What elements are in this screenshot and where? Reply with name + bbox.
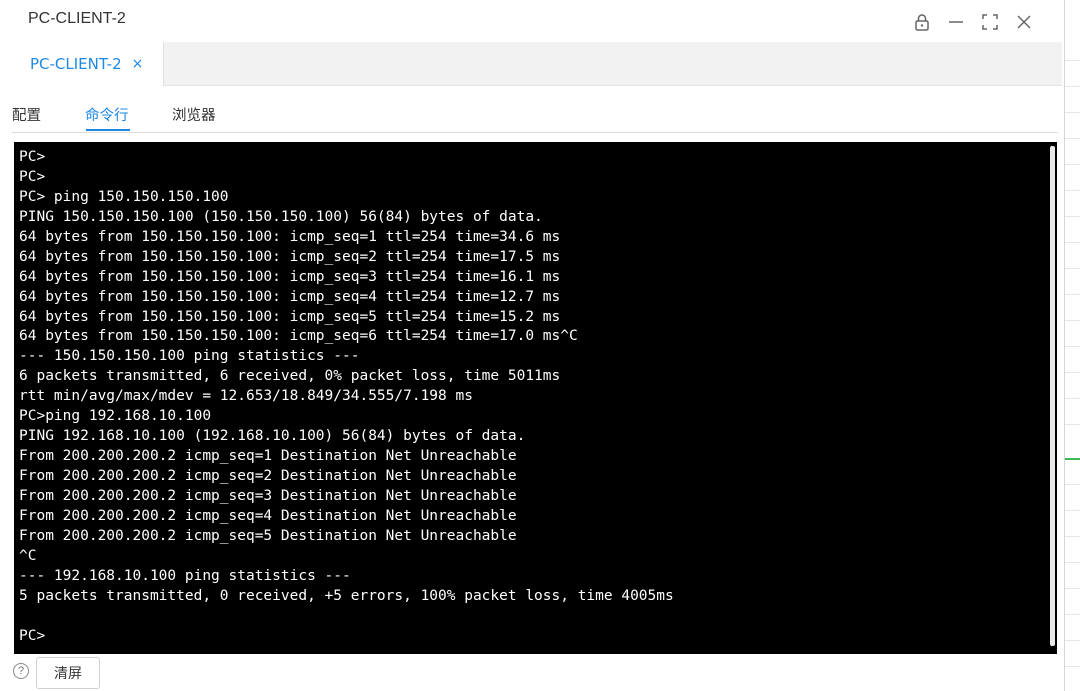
background-gridline (1065, 216, 1080, 217)
help-icon[interactable]: ? (13, 663, 29, 679)
title-bar: PC-CLIENT-2 (0, 0, 1064, 42)
background-gridline (1065, 320, 1080, 321)
background-gridline (1065, 562, 1080, 563)
terminal-scrollbar[interactable] (1050, 146, 1055, 646)
terminal-line: From 200.200.200.2 icmp_seq=5 Destinatio… (19, 527, 517, 544)
terminal-line: 5 packets transmitted, 0 received, +5 er… (19, 587, 674, 604)
background-gridline (1065, 138, 1080, 139)
background-gridline (1065, 666, 1080, 667)
background-gridline (1065, 424, 1080, 425)
lock-icon[interactable] (912, 12, 932, 32)
terminal-line: PC> (19, 627, 46, 644)
app-window: PC-CLIENT-2 PC-CLIENT-2 × 配置 命令行 浏览器 PC>… (0, 0, 1065, 691)
sub-tab-bar: 配置 命令行 浏览器 (12, 100, 1058, 133)
minimize-icon[interactable] (946, 12, 966, 32)
bottom-toolbar: ? 清屏 (0, 656, 1064, 691)
terminal-line: From 200.200.200.2 icmp_seq=4 Destinatio… (19, 507, 517, 524)
terminal-line: 64 bytes from 150.150.150.100: icmp_seq=… (19, 328, 578, 345)
terminal-line: 64 bytes from 150.150.150.100: icmp_seq=… (19, 288, 561, 305)
terminal-line: 64 bytes from 150.150.150.100: icmp_seq=… (19, 248, 561, 265)
background-gridline (1065, 640, 1080, 641)
background-gridline (1065, 190, 1080, 191)
clear-screen-button[interactable]: 清屏 (36, 657, 100, 689)
background-gridline (1065, 164, 1080, 165)
terminal-line: PC>ping 192.168.10.100 (19, 408, 212, 425)
background-gridline (1065, 86, 1080, 87)
terminal-console[interactable]: PC> PC> PC> ping 150.150.150.100 PING 150.1… (14, 142, 1057, 654)
window-controls (912, 12, 1034, 32)
background-gridline (1065, 372, 1080, 373)
terminal-line: From 200.200.200.2 icmp_seq=1 Destinatio… (19, 448, 517, 465)
background-gridline (1065, 112, 1080, 113)
terminal-line: 64 bytes from 150.150.150.100: icmp_seq=… (19, 308, 561, 325)
background-gridline (1065, 346, 1080, 347)
terminal-line: 64 bytes from 150.150.150.100: icmp_seq=… (19, 268, 561, 285)
terminal-line: PC> (19, 168, 46, 185)
terminal-line: --- 150.150.150.100 ping statistics --- (19, 348, 360, 365)
tab-config[interactable]: 配置 (12, 104, 41, 125)
terminal-output: PC> PC> PC> ping 150.150.150.100 PING 150.1… (19, 148, 674, 646)
close-icon[interactable] (1014, 12, 1034, 32)
background-gridline (1065, 614, 1080, 615)
terminal-line: rtt min/avg/max/mdev = 12.653/18.849/34.… (19, 388, 473, 405)
terminal-line: 64 bytes from 150.150.150.100: icmp_seq=… (19, 228, 561, 245)
background-gridline (1065, 484, 1080, 485)
terminal-line: PC> ping 150.150.150.100 (19, 188, 229, 205)
terminal-line: PING 192.168.10.100 (192.168.10.100) 56(… (19, 428, 526, 445)
terminal-line: 6 packets transmitted, 6 received, 0% pa… (19, 368, 561, 385)
tab-browser[interactable]: 浏览器 (172, 104, 216, 125)
terminal-line: PING 150.150.150.100 (150.150.150.100) 5… (19, 208, 543, 225)
background-gridline (1065, 60, 1080, 61)
terminal-line: From 200.200.200.2 icmp_seq=2 Destinatio… (19, 468, 517, 484)
terminal-line: PC> (19, 149, 46, 165)
background-gridline (1065, 398, 1080, 399)
tab-pc-client-2[interactable]: PC-CLIENT-2 × (8, 42, 164, 86)
tab-label: PC-CLIENT-2 (30, 55, 122, 73)
background-gridline (1065, 242, 1080, 243)
background-selection-line (1065, 458, 1080, 460)
background-gridline (1065, 510, 1080, 511)
background-gridline (1065, 268, 1080, 269)
maximize-icon[interactable] (980, 12, 1000, 32)
background-gridline (1065, 294, 1080, 295)
background-gridline (1065, 536, 1080, 537)
terminal-line: ^C (19, 547, 37, 564)
tab-command-line[interactable]: 命令行 (85, 104, 129, 125)
window-title: PC-CLIENT-2 (28, 10, 126, 27)
terminal-line: --- 192.168.10.100 ping statistics --- (19, 567, 351, 584)
background-gridline (1065, 588, 1080, 589)
terminal-line: From 200.200.200.2 icmp_seq=3 Destinatio… (19, 487, 517, 504)
document-tab-strip: PC-CLIENT-2 × (8, 42, 1062, 86)
tab-close-icon[interactable]: × (132, 56, 144, 72)
active-tab-indicator (86, 129, 130, 131)
